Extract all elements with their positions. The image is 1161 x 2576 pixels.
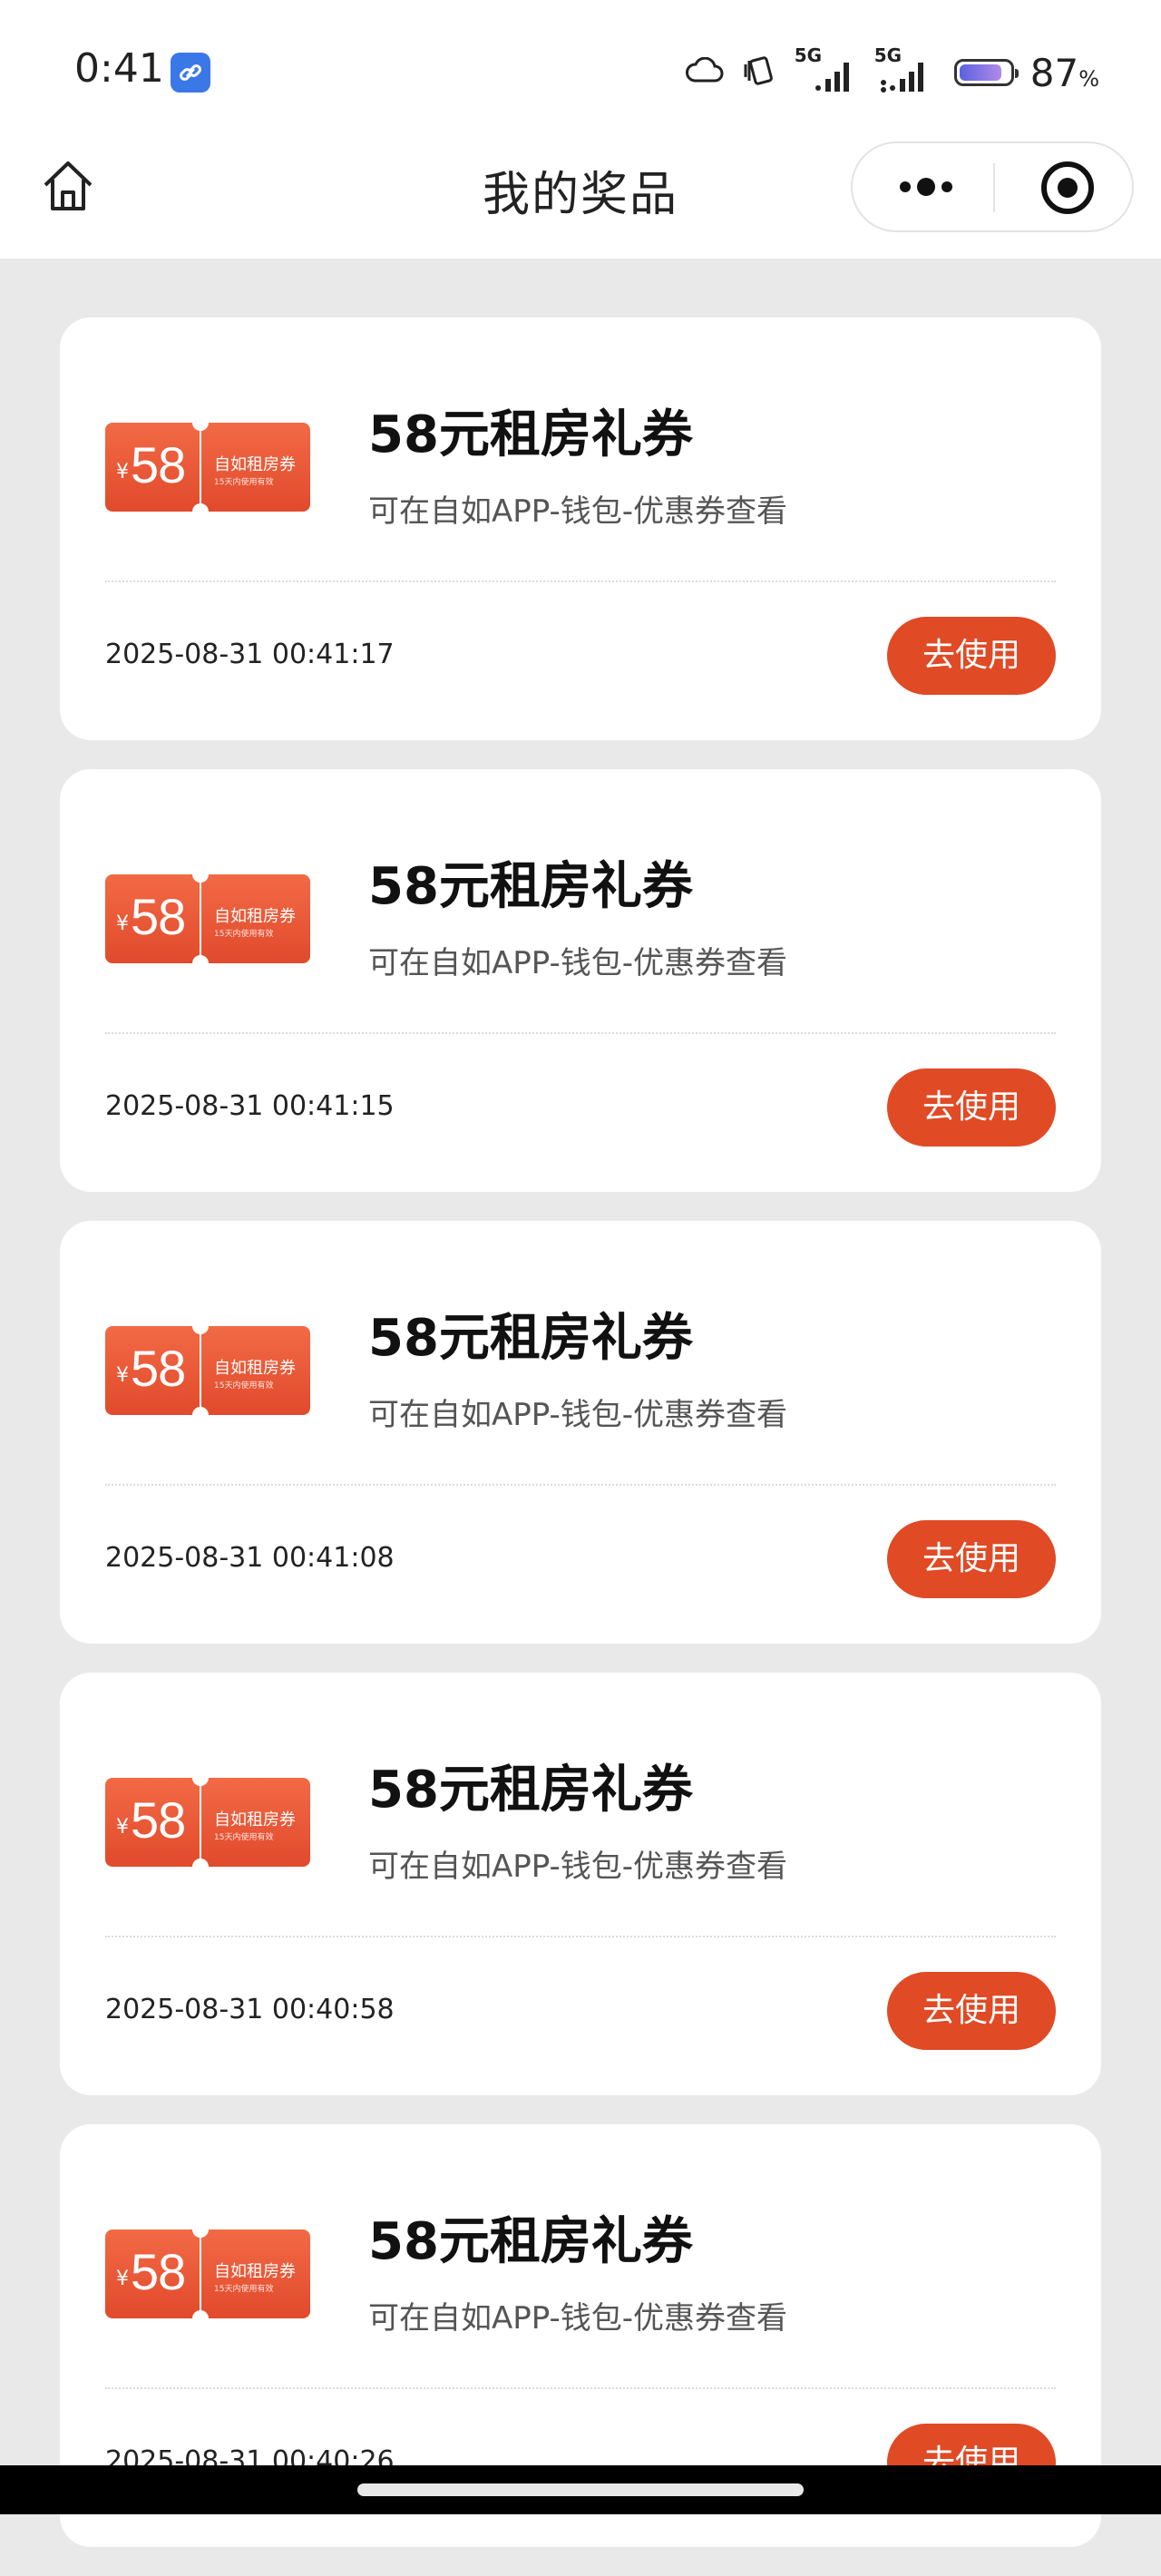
coupon-image: ¥ 58 自如租房券 15天内使用有效 xyxy=(105,866,310,971)
coupon-amount: 58 xyxy=(131,1340,186,1397)
coupon-name: 自如租房券 xyxy=(214,2262,296,2281)
coupon-right: 自如租房券 15天内使用有效 xyxy=(201,423,310,512)
coupon-name: 自如租房券 xyxy=(214,907,296,926)
cloud-icon xyxy=(684,56,724,88)
coupon-image: ¥ 58 自如租房券 15天内使用有效 xyxy=(105,1318,310,1423)
coupon-amount: 58 xyxy=(131,888,186,945)
prize-list: ¥ 58 自如租房券 15天内使用有效 58元租房礼券 可在自如APP-钱包-优… xyxy=(60,317,1101,2576)
coupon-right: 自如租房券 15天内使用有效 xyxy=(201,874,310,963)
signal-icon-2: 5G xyxy=(874,44,938,95)
coupon-left: ¥ 58 xyxy=(105,1778,200,1867)
coupon-image: ¥ 58 自如租房券 15天内使用有效 xyxy=(105,415,310,520)
use-button[interactable]: 去使用 xyxy=(887,1068,1056,1147)
vibrate-icon xyxy=(740,55,778,90)
status-right: 5G 5G 87% xyxy=(684,44,1099,98)
coupon-notch xyxy=(192,1407,209,1423)
coupon-notch xyxy=(192,955,209,971)
card-divider xyxy=(105,1484,1056,1486)
coupon-image: ¥ 58 自如租房券 15天内使用有效 xyxy=(105,2221,310,2327)
prize-card: ¥ 58 自如租房券 15天内使用有效 58元租房礼券 可在自如APP-钱包-优… xyxy=(60,1673,1101,2095)
battery-percent: 87% xyxy=(1029,50,1099,95)
coupon-notch xyxy=(192,866,209,883)
use-button[interactable]: 去使用 xyxy=(887,617,1056,695)
prize-title: 58元租房礼券 xyxy=(368,2212,693,2271)
coupon-right: 自如租房券 15天内使用有效 xyxy=(201,2230,310,2318)
status-bar: 0:41 5G 5G 87% xyxy=(0,0,1161,136)
prize-time: 2025-08-31 00:41:08 xyxy=(105,1542,395,1574)
card-divider xyxy=(105,581,1056,582)
coupon-right: 自如租房券 15天内使用有效 xyxy=(201,1778,310,1867)
prize-desc: 可在自如APP-钱包-优惠券查看 xyxy=(368,1849,788,1885)
coupon-sub: 15天内使用有效 xyxy=(214,1833,274,1842)
coupon-amount: 58 xyxy=(131,436,186,493)
nav-bar: 我的奖品 xyxy=(0,136,1161,259)
coupon-name: 自如租房券 xyxy=(214,1359,296,1378)
coupon-notch xyxy=(192,2221,209,2238)
gesture-bar xyxy=(0,2465,1161,2514)
coupon-right: 自如租房券 15天内使用有效 xyxy=(201,1326,310,1415)
prize-desc: 可在自如APP-钱包-优惠券查看 xyxy=(368,1397,788,1433)
more-icon[interactable] xyxy=(894,169,958,205)
coupon-notch xyxy=(192,2310,209,2327)
coupon-name: 自如租房券 xyxy=(214,455,296,474)
coupon-left: ¥ 58 xyxy=(105,2230,200,2318)
coupon-yen: ¥ xyxy=(116,1816,129,1839)
coupon-yen: ¥ xyxy=(116,461,129,483)
prize-title: 58元租房礼券 xyxy=(368,1761,693,1820)
coupon-sub: 15天内使用有效 xyxy=(214,478,274,487)
use-button[interactable]: 去使用 xyxy=(887,1972,1056,2050)
coupon-perforation xyxy=(200,1337,201,1404)
close-target-icon[interactable] xyxy=(1039,160,1096,216)
home-indicator[interactable] xyxy=(357,2483,804,2496)
status-time: 0:41 xyxy=(74,45,164,92)
coupon-yen: ¥ xyxy=(116,2268,129,2290)
coupon-sub: 15天内使用有效 xyxy=(214,930,274,939)
prize-desc: 可在自如APP-钱包-优惠券查看 xyxy=(368,2300,788,2337)
coupon-yen: ¥ xyxy=(116,1364,129,1387)
coupon-perforation xyxy=(200,434,201,501)
prize-card: ¥ 58 自如租房券 15天内使用有效 58元租房礼券 可在自如APP-钱包-优… xyxy=(60,1221,1101,1644)
coupon-sub: 15天内使用有效 xyxy=(214,2285,274,2294)
prize-desc: 可在自如APP-钱包-优惠券查看 xyxy=(368,493,788,530)
card-divider xyxy=(105,1032,1056,1034)
mini-program-capsule xyxy=(851,141,1134,232)
coupon-notch xyxy=(192,503,209,520)
coupon-notch xyxy=(192,415,209,431)
coupon-amount: 58 xyxy=(131,2243,186,2300)
prize-time: 2025-08-31 00:41:17 xyxy=(105,639,395,670)
card-divider xyxy=(105,2387,1056,2389)
prize-title: 58元租房礼券 xyxy=(368,1309,693,1368)
coupon-amount: 58 xyxy=(131,1791,186,1849)
coupon-sub: 15天内使用有效 xyxy=(214,1381,274,1390)
prize-card: ¥ 58 自如租房券 15天内使用有效 58元租房礼券 可在自如APP-钱包-优… xyxy=(60,317,1101,740)
prize-card: ¥ 58 自如租房券 15天内使用有效 58元租房礼券 可在自如APP-钱包-优… xyxy=(60,769,1101,1192)
coupon-perforation xyxy=(200,2240,201,2308)
prize-time: 2025-08-31 00:41:15 xyxy=(105,1090,395,1122)
prize-desc: 可在自如APP-钱包-优惠券查看 xyxy=(368,945,788,981)
signal-icon: 5G xyxy=(795,44,858,95)
coupon-notch xyxy=(192,1318,209,1334)
coupon-name: 自如租房券 xyxy=(214,1810,296,1830)
battery-icon xyxy=(953,59,1019,86)
coupon-left: ¥ 58 xyxy=(105,423,200,512)
coupon-image: ¥ 58 自如租房券 15天内使用有效 xyxy=(105,1770,310,1875)
card-divider xyxy=(105,1936,1056,1937)
prize-title: 58元租房礼券 xyxy=(368,857,693,916)
capsule-divider xyxy=(993,163,995,212)
use-button[interactable]: 去使用 xyxy=(887,1520,1056,1598)
coupon-notch xyxy=(192,1770,209,1786)
coupon-perforation xyxy=(200,885,201,952)
coupon-yen: ¥ xyxy=(116,912,129,935)
prize-time: 2025-08-31 00:40:58 xyxy=(105,1994,395,2025)
link-icon xyxy=(171,53,210,93)
coupon-left: ¥ 58 xyxy=(105,1326,200,1415)
coupon-left: ¥ 58 xyxy=(105,874,200,963)
coupon-notch xyxy=(192,1859,209,1875)
coupon-perforation xyxy=(200,1789,201,1856)
prize-title: 58元租房礼券 xyxy=(368,405,693,464)
